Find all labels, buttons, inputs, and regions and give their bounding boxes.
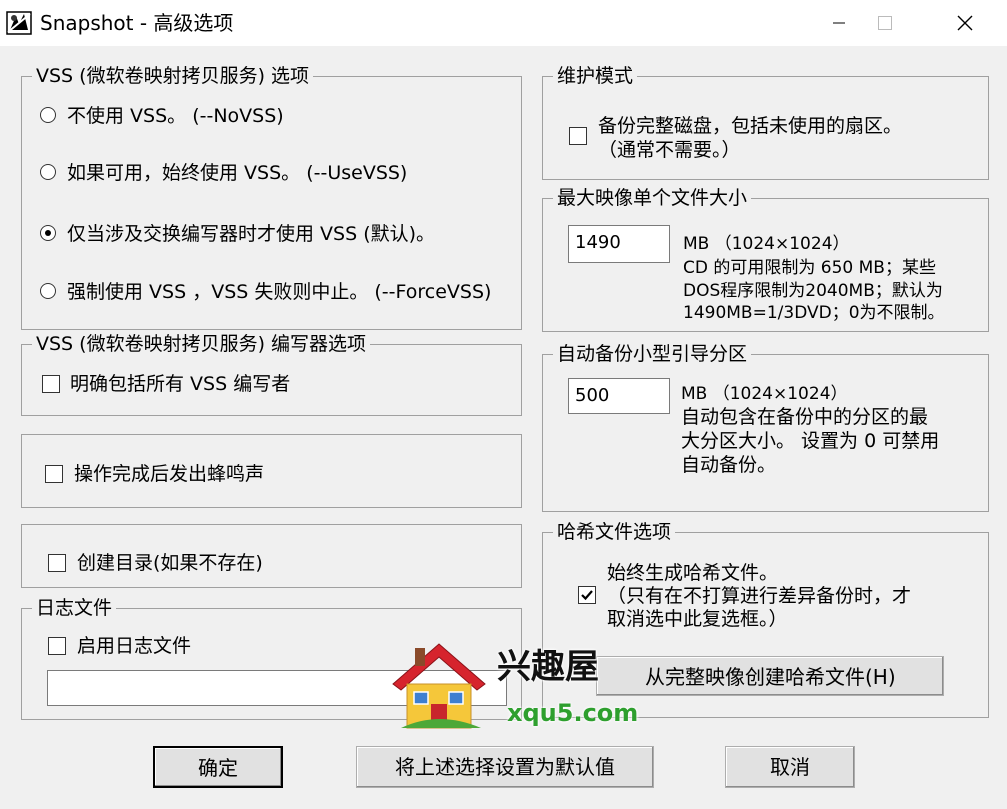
vss-writer-legend: VSS (微软卷映射拷贝服务) 编写器选项	[32, 331, 371, 357]
hash-legend: 哈希文件选项	[553, 519, 676, 545]
maintenance-legend: 维护模式	[553, 63, 638, 89]
radio-no-vss-label: 不使用 VSS。 (--NoVSS)	[67, 105, 284, 127]
radio-use-vss[interactable]	[40, 164, 56, 180]
max-image-desc-1: CD 的可用限制为 650 MB；某些	[683, 258, 936, 278]
create-hash-button[interactable]: 从完整映像创建哈希文件(H)	[596, 656, 944, 696]
ok-button[interactable]: 确定	[153, 746, 283, 788]
radio-force-vss-label: 强制使用 VSS ，VSS 失败则中止。 (--ForceVSS)	[67, 281, 492, 303]
cancel-button[interactable]: 取消	[725, 746, 855, 788]
backup-full-disk-checkbox[interactable]	[569, 127, 587, 145]
max-image-desc-3: 1490MB=1/3DVD；0为不限制。	[683, 303, 945, 323]
auto-boot-unit: MB （1024×1024）	[681, 384, 848, 404]
watermark-brand: 兴趣屋	[497, 647, 599, 687]
close-button[interactable]	[942, 0, 988, 46]
app-icon	[6, 10, 32, 36]
backup-full-disk-label: 备份完整磁盘，包括未使用的扇区。	[598, 115, 903, 137]
max-image-unit: MB （1024×1024）	[683, 234, 850, 254]
create-dir-checkbox[interactable]	[48, 554, 66, 572]
auto-boot-desc-2: 大分区大小。 设置为 0 可禁用	[681, 430, 940, 452]
auto-boot-size-input[interactable]: 500	[568, 378, 670, 414]
enable-log-label: 启用日志文件	[77, 635, 192, 657]
radio-force-vss[interactable]	[40, 283, 56, 299]
create-dir-label: 创建目录(如果不存在)	[77, 552, 263, 574]
watermark-site: xqu5.com	[507, 699, 639, 727]
title-bar: Snapshot - 高级选项	[0, 0, 1007, 46]
log-legend: 日志文件	[32, 595, 117, 621]
enable-log-checkbox[interactable]	[48, 637, 66, 655]
radio-default-vss[interactable]	[40, 225, 56, 241]
auto-boot-desc-1: 自动包含在备份中的分区的最	[681, 406, 929, 428]
max-image-size-input[interactable]: 1490	[568, 225, 670, 263]
vss-options-legend: VSS (微软卷映射拷贝服务) 选项	[32, 63, 314, 89]
house-logo-icon	[387, 640, 491, 734]
auto-boot-desc-3: 自动备份。	[681, 454, 777, 476]
radio-default-vss-label: 仅当涉及交换编写器时才使用 VSS (默认)。	[67, 223, 436, 245]
max-image-legend: 最大映像单个文件大小	[553, 185, 752, 211]
include-all-writers-checkbox[interactable]	[42, 375, 60, 393]
auto-boot-legend: 自动备份小型引导分区	[553, 341, 752, 367]
max-image-desc-2: DOS程序限制为2040MB；默认为	[683, 281, 943, 301]
set-default-button[interactable]: 将上述选择设置为默认值	[356, 746, 654, 788]
beep-label: 操作完成后发出蜂鸣声	[74, 463, 265, 485]
include-all-writers-label: 明确包括所有 VSS 编写者	[70, 373, 291, 395]
backup-full-disk-note: （通常不需要。）	[598, 139, 741, 161]
maximize-button	[862, 0, 908, 46]
window-title: Snapshot - 高级选项	[40, 11, 234, 35]
radio-no-vss[interactable]	[40, 107, 56, 123]
always-hash-checkbox[interactable]	[578, 586, 596, 604]
minimize-button[interactable]	[816, 0, 862, 46]
beep-checkbox[interactable]	[45, 465, 63, 483]
hash-note-2: 取消选中此复选框。）	[607, 608, 788, 630]
radio-use-vss-label: 如果可用，始终使用 VSS。 (--UseVSS)	[67, 162, 408, 184]
